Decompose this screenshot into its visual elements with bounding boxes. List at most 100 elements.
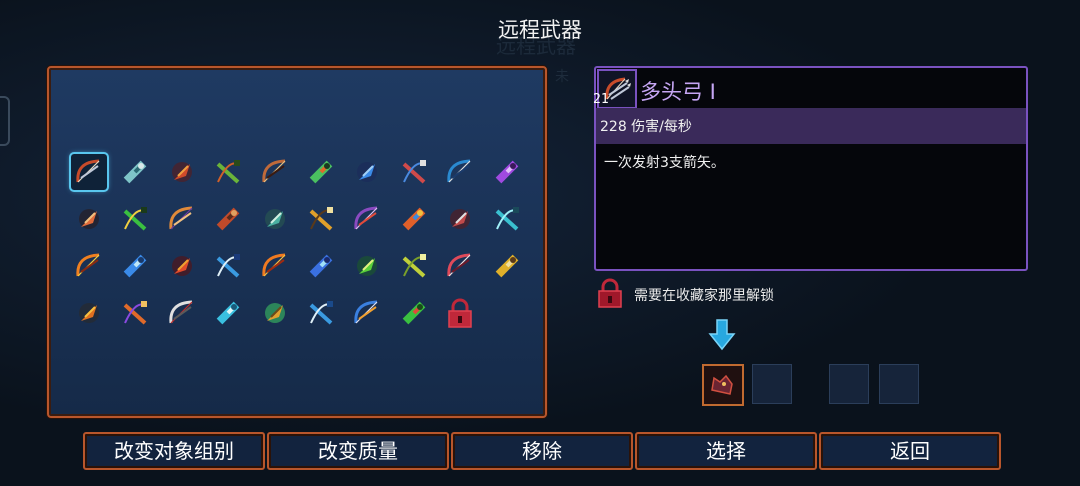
multiple-nocks-bow-icon	[76, 159, 100, 183]
weapon-slot[interactable]	[71, 248, 107, 284]
fire-arrows-icon	[171, 256, 192, 276]
skin-slot-3[interactable]	[829, 364, 869, 404]
remove-button[interactable]: 移除	[451, 432, 633, 470]
weapon-slot[interactable]	[442, 201, 478, 237]
vortex-icon	[354, 300, 378, 324]
heavy-crossbow-icon	[261, 159, 286, 183]
weapon-slot[interactable]	[489, 248, 525, 284]
select-button[interactable]: 选择	[635, 432, 817, 470]
weapon-slot[interactable]	[396, 295, 432, 331]
fire-pot-icon	[79, 303, 99, 323]
totem-icon	[264, 303, 285, 323]
weapon-slot[interactable]	[442, 295, 478, 331]
weapon-slot[interactable]	[396, 248, 432, 284]
fire-blast-icon	[76, 253, 100, 277]
back-button[interactable]: 返回	[819, 432, 1001, 470]
weapon-slot[interactable]	[117, 201, 153, 237]
bamboo-icon	[402, 254, 426, 278]
weapon-slot[interactable]	[303, 248, 339, 284]
boomerang-icon	[169, 206, 193, 230]
cards-icon	[447, 253, 471, 277]
weapon-slot[interactable]	[257, 248, 293, 284]
flame-orb-icon	[261, 253, 286, 277]
alchemic-carbine-icon	[124, 207, 148, 231]
locked-padlock-icon	[598, 278, 622, 308]
weapon-slot[interactable]	[210, 154, 246, 190]
throwing-knife-icon	[309, 207, 333, 231]
pickaxe-icon	[264, 209, 285, 229]
weapon-slot[interactable]	[257, 154, 293, 190]
shuriken-icon	[309, 301, 333, 325]
weapon-slot[interactable]	[489, 154, 525, 190]
left-edge-tab	[0, 96, 10, 146]
quick-bow-icon	[402, 207, 426, 231]
weapon-slot[interactable]	[71, 201, 107, 237]
magic-bow-icon	[124, 301, 148, 325]
weapon-slot[interactable]	[349, 248, 385, 284]
weapon-slot[interactable]	[396, 201, 432, 237]
wolf-head-icon	[711, 374, 733, 395]
weapon-slot[interactable]	[210, 201, 246, 237]
down-arrow-icon	[708, 319, 736, 351]
poison-icon	[357, 256, 378, 276]
weapon-slot[interactable]	[164, 154, 200, 190]
weapon-slot[interactable]	[349, 295, 385, 331]
unlock-requirement: 需要在收藏家那里解锁	[634, 288, 774, 304]
weapon-slot[interactable]	[117, 248, 153, 284]
weapon-slot[interactable]	[489, 201, 525, 237]
war-javelin-icon	[79, 209, 99, 229]
ice-sickle-icon	[216, 301, 240, 325]
info-item-count: 21	[593, 92, 609, 107]
cleaver-icon	[169, 300, 193, 324]
weapon-slot[interactable]	[257, 295, 293, 331]
weapon-slot[interactable]	[164, 295, 200, 331]
fire-bow-icon	[171, 162, 192, 182]
skin-slot-4[interactable]	[879, 364, 919, 404]
weapon-slot[interactable]	[303, 154, 339, 190]
ice-crystal-icon	[309, 254, 333, 278]
ice-bow-icon	[309, 160, 333, 184]
padlock-icon	[448, 298, 472, 328]
golden-bow-icon	[495, 254, 518, 278]
weapon-slot[interactable]	[164, 248, 200, 284]
weapon-slot[interactable]	[117, 154, 153, 190]
weapon-slot[interactable]	[303, 295, 339, 331]
background-ghost-tag: 未	[555, 69, 569, 85]
crossbow-icon	[124, 160, 147, 184]
green-bow-icon	[216, 160, 241, 184]
weapon-slot[interactable]	[442, 248, 478, 284]
weapon-slot[interactable]	[349, 201, 385, 237]
lightning-icon	[216, 254, 241, 278]
ice-shards-icon	[124, 254, 147, 278]
hunter-pick-icon	[216, 207, 240, 231]
skin-slot-2[interactable]	[752, 364, 792, 404]
weapon-slot[interactable]	[257, 201, 293, 237]
weapon-slot[interactable]	[303, 201, 339, 237]
change-quality-button[interactable]: 改变质量	[267, 432, 449, 470]
skin-slot-1[interactable]	[702, 364, 744, 406]
weapon-slot[interactable]	[442, 154, 478, 190]
weapon-slot[interactable]	[210, 295, 246, 331]
purple-bow-icon	[495, 160, 518, 184]
change-group-button[interactable]: 改变对象组别	[83, 432, 265, 470]
weapon-grid-panel	[47, 66, 547, 418]
weapon-slot[interactable]	[396, 154, 432, 190]
sonic-bow-icon	[447, 159, 471, 183]
info-item-dps: 228 伤害/每秒	[600, 119, 692, 135]
magic-missile-icon	[354, 206, 378, 230]
weapon-slot[interactable]	[71, 295, 107, 331]
weapon-slot[interactable]	[69, 152, 109, 192]
red-crossbow-icon	[402, 160, 426, 184]
blue-bow-icon	[357, 162, 378, 182]
weapon-slot[interactable]	[349, 154, 385, 190]
plant-icon	[402, 301, 426, 325]
item-info-panel: 21 多头弓 I 228 伤害/每秒 一次发射3支箭矢。	[593, 66, 1028, 271]
weapon-slot[interactable]	[210, 248, 246, 284]
weapon-slot[interactable]	[117, 295, 153, 331]
info-item-stat-row: 228 伤害/每秒	[596, 108, 1026, 144]
screen-title: 远程武器	[498, 18, 582, 42]
info-item-description: 一次发射3支箭矢。	[604, 155, 725, 171]
kunai-icon	[450, 209, 471, 229]
info-item-name: 多头弓 I	[640, 80, 716, 104]
weapon-slot[interactable]	[164, 201, 200, 237]
